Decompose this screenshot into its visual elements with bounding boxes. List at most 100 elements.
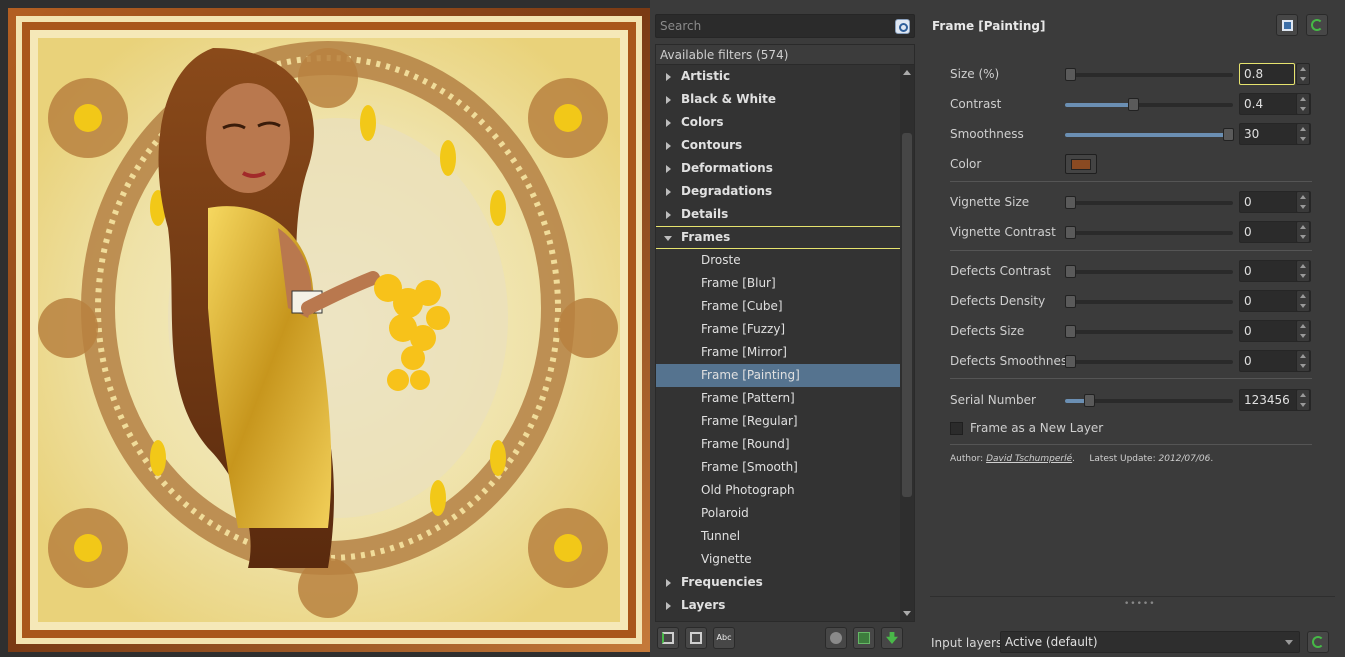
tree-category[interactable]: Frequencies xyxy=(656,571,914,594)
parameter-slider[interactable] xyxy=(1065,98,1233,111)
spin-arrows-icon[interactable] xyxy=(1296,63,1310,85)
spin-arrows-icon[interactable] xyxy=(1296,389,1310,411)
scroll-up-icon[interactable] xyxy=(903,70,911,75)
author-link[interactable]: David Tschumperlé xyxy=(986,454,1072,464)
separator xyxy=(950,181,1312,182)
refresh-icon xyxy=(1312,636,1324,648)
spin-arrows-icon[interactable] xyxy=(1296,350,1310,372)
collapsed-arrow-icon[interactable] xyxy=(666,96,671,104)
tree-filter[interactable]: Polaroid xyxy=(656,502,914,525)
refresh-button[interactable] xyxy=(1307,631,1329,653)
slider-handle[interactable] xyxy=(1084,394,1095,407)
tree-category[interactable]: Degradations xyxy=(656,180,914,203)
parameter-slider[interactable] xyxy=(1065,265,1233,278)
color-picker[interactable] xyxy=(1065,154,1097,174)
tree-category[interactable]: Deformations xyxy=(656,157,914,180)
spin-arrows-icon[interactable] xyxy=(1296,123,1310,145)
search-icon[interactable] xyxy=(895,19,910,34)
slider-handle[interactable] xyxy=(1065,325,1076,338)
parameter-slider[interactable] xyxy=(1065,295,1233,308)
spin-arrows-icon[interactable] xyxy=(1296,93,1310,115)
parameter-label: Defects Contrast xyxy=(950,264,1051,278)
preview-toggle-button[interactable] xyxy=(825,627,847,649)
tree-filter[interactable]: Frame [Pattern] xyxy=(656,387,914,410)
parameter-slider[interactable] xyxy=(1065,68,1233,81)
slider-handle[interactable] xyxy=(1128,98,1139,111)
filters-panel: Search Available filters (574) Artistic B… xyxy=(655,14,917,657)
expanded-arrow-icon[interactable] xyxy=(664,236,672,241)
parameter-row: Contrast 0.4 xyxy=(950,92,1314,116)
slider-handle[interactable] xyxy=(1065,265,1076,278)
scroll-thumb[interactable] xyxy=(902,133,912,497)
add-favorite-button[interactable] xyxy=(657,627,679,649)
grid-button[interactable] xyxy=(853,627,875,649)
tree-category[interactable]: Colors xyxy=(656,111,914,134)
tree-item-label: Layers xyxy=(681,598,726,612)
splitter-handle[interactable]: ••••• xyxy=(1124,599,1156,609)
fullscreen-button[interactable] xyxy=(1276,14,1298,36)
update-button[interactable] xyxy=(881,627,903,649)
tree-filter[interactable]: Tunnel xyxy=(656,525,914,548)
slider-handle[interactable] xyxy=(1065,196,1076,209)
rename-button[interactable]: Abc xyxy=(713,627,735,649)
parameter-slider[interactable] xyxy=(1065,128,1234,141)
parameter-slider[interactable] xyxy=(1065,394,1233,407)
collapsed-arrow-icon[interactable] xyxy=(666,602,671,610)
parameter-value: 0 xyxy=(1244,225,1252,239)
tree-filter[interactable]: Frame [Mirror] xyxy=(656,341,914,364)
tree-item-label: Contours xyxy=(681,138,743,152)
tree-filter[interactable]: Frame [Regular] xyxy=(656,410,914,433)
spin-arrows-icon[interactable] xyxy=(1296,290,1310,312)
tree-category[interactable]: Contours xyxy=(656,134,914,157)
spin-arrows-icon[interactable] xyxy=(1296,191,1310,213)
collapsed-arrow-icon[interactable] xyxy=(666,211,671,219)
slider-fill xyxy=(1065,133,1228,137)
tree-filter[interactable]: Frame [Fuzzy] xyxy=(656,318,914,341)
slider-handle[interactable] xyxy=(1065,226,1076,239)
tree-filter[interactable]: Droste xyxy=(656,249,914,272)
spin-arrows-icon[interactable] xyxy=(1296,221,1310,243)
tree-filter[interactable]: Frame [Round] xyxy=(656,433,914,456)
tree-category[interactable]: Frames xyxy=(656,226,913,249)
slider-handle[interactable] xyxy=(1065,355,1076,368)
collapsed-arrow-icon[interactable] xyxy=(666,119,671,127)
new-layer-checkbox[interactable] xyxy=(950,422,963,435)
tree-filter[interactable]: Vignette xyxy=(656,548,914,571)
collapsed-arrow-icon[interactable] xyxy=(666,165,671,173)
parameter-value: 0 xyxy=(1244,264,1252,278)
spin-arrows-icon[interactable] xyxy=(1296,320,1310,342)
parameter-slider[interactable] xyxy=(1065,226,1233,239)
tree-scrollbar[interactable] xyxy=(900,65,914,621)
filter-tree[interactable]: Available filters (574) Artistic Black & … xyxy=(655,44,915,622)
slider-handle[interactable] xyxy=(1065,295,1076,308)
tree-filter[interactable]: Old Photograph xyxy=(656,479,914,502)
tree-filter[interactable]: Frame [Cube] xyxy=(656,295,914,318)
tree-category[interactable]: Black & White xyxy=(656,88,914,111)
tree-category[interactable]: Layers xyxy=(656,594,914,617)
parameter-slider[interactable] xyxy=(1065,355,1233,368)
parameter-spinbox[interactable]: 0.8 xyxy=(1239,63,1295,85)
scroll-down-icon[interactable] xyxy=(903,611,911,616)
preview-panel[interactable] xyxy=(0,0,650,657)
parameter-slider[interactable] xyxy=(1065,325,1233,338)
filter-toolbar: Abc xyxy=(655,627,915,653)
slider-handle[interactable] xyxy=(1065,68,1076,81)
spin-arrows-icon[interactable] xyxy=(1296,260,1310,282)
collapsed-arrow-icon[interactable] xyxy=(666,73,671,81)
parameter-slider[interactable] xyxy=(1065,196,1233,209)
collapsed-arrow-icon[interactable] xyxy=(666,579,671,587)
tree-item-label: Degradations xyxy=(681,184,773,198)
tree-category[interactable]: Details xyxy=(656,203,914,226)
remove-favorite-button[interactable] xyxy=(685,627,707,649)
tree-filter[interactable]: Frame [Smooth] xyxy=(656,456,914,479)
tree-category[interactable]: Artistic xyxy=(656,65,914,88)
tree-item-label: Frames xyxy=(681,230,731,244)
collapsed-arrow-icon[interactable] xyxy=(666,188,671,196)
tree-filter[interactable]: Frame [Painting] xyxy=(656,364,914,387)
slider-handle[interactable] xyxy=(1223,128,1234,141)
reset-button[interactable] xyxy=(1306,14,1328,36)
tree-filter[interactable]: Frame [Blur] xyxy=(656,272,914,295)
search-input[interactable]: Search xyxy=(655,14,915,38)
input-layers-select[interactable]: Active (default) xyxy=(1000,631,1300,653)
collapsed-arrow-icon[interactable] xyxy=(666,142,671,150)
